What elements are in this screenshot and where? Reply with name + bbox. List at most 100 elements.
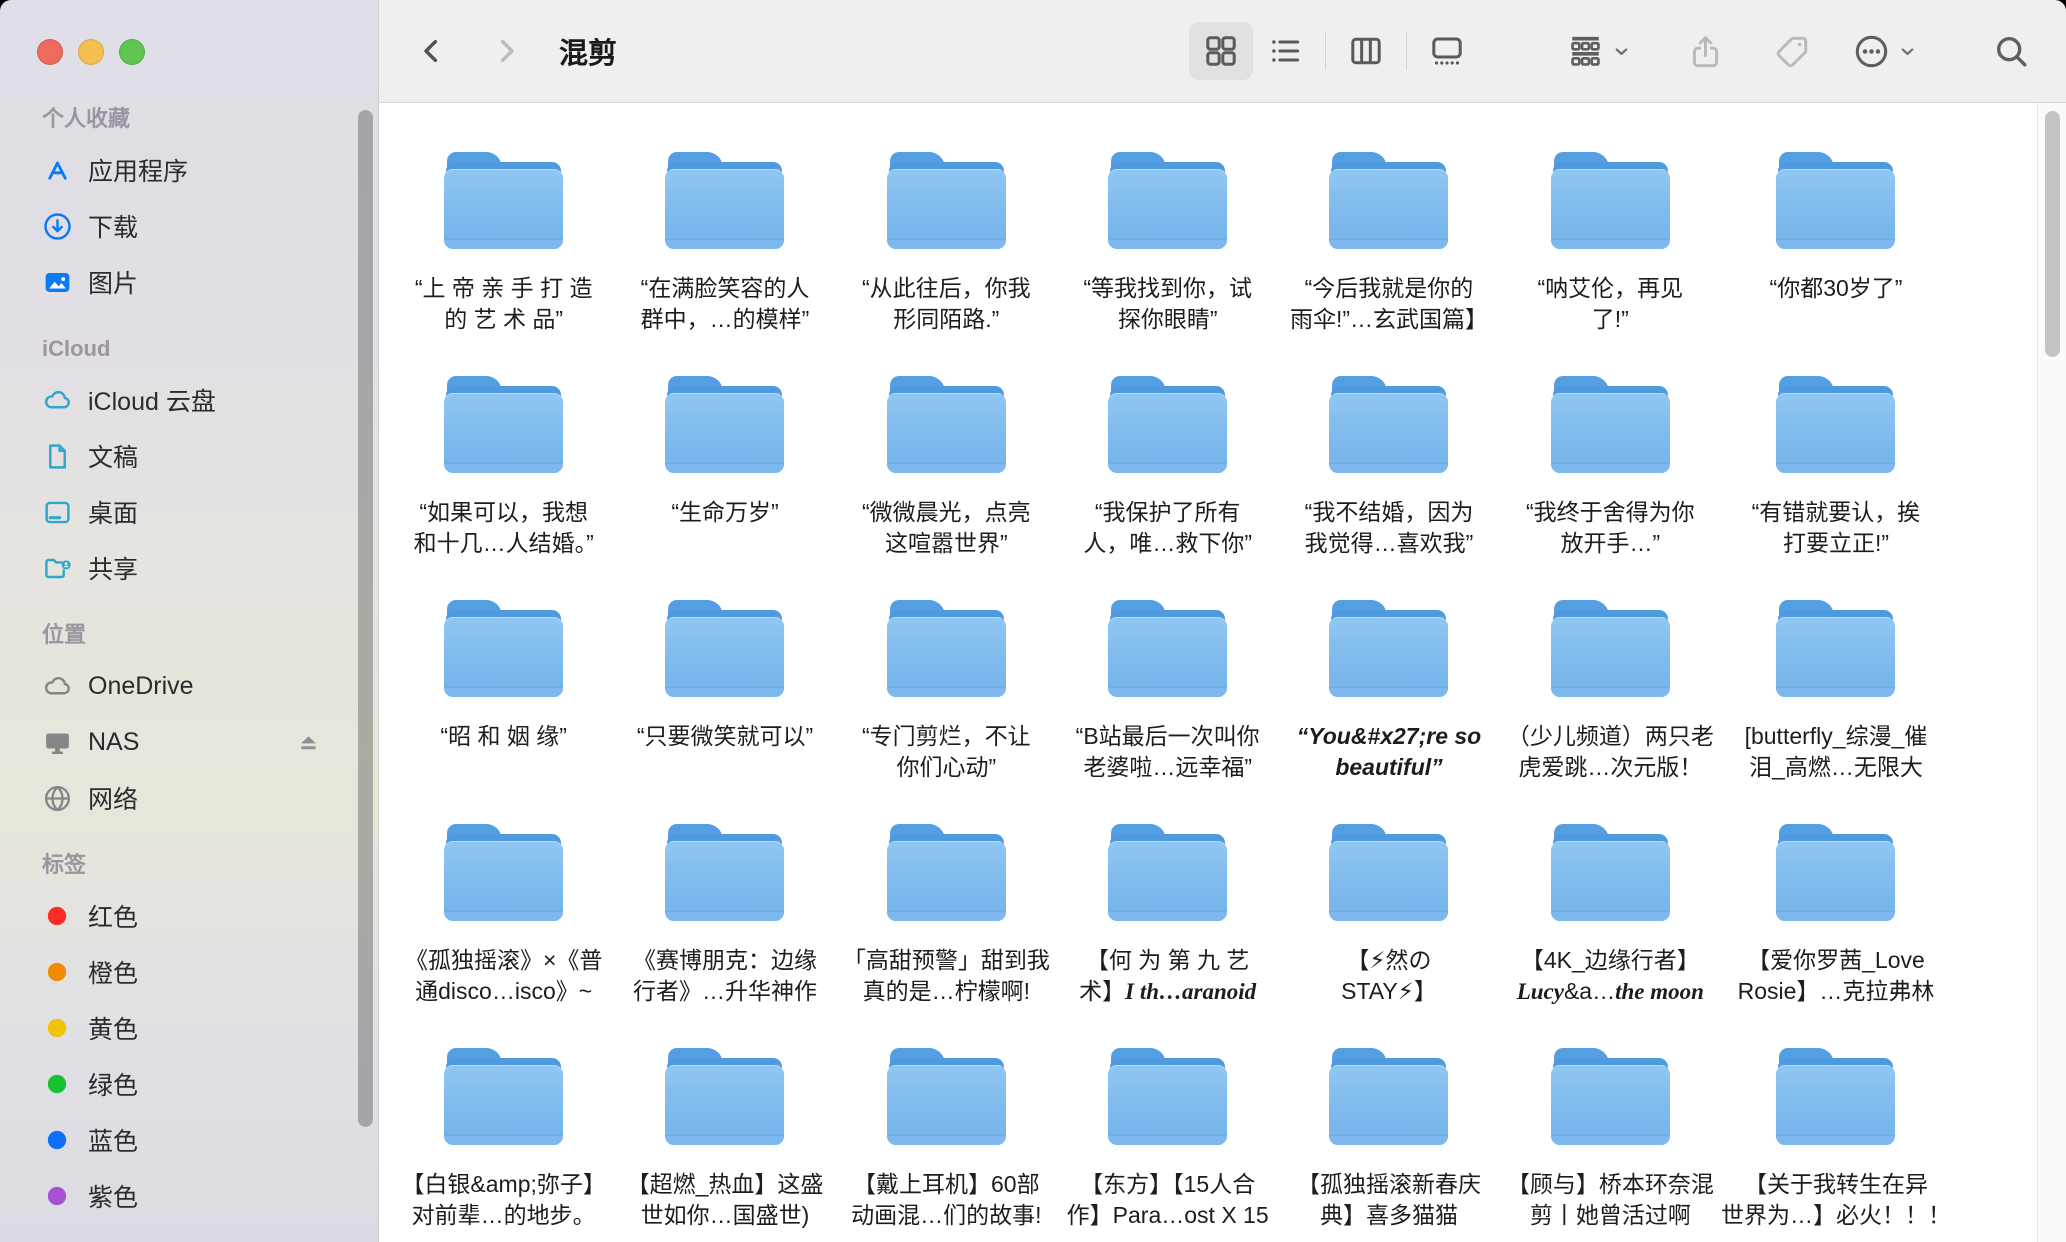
sidebar-item-label: 网络 bbox=[88, 780, 138, 816]
folder-item[interactable]: 【关于我转生在异世界为…】必火！！！ bbox=[1721, 1048, 1951, 1242]
scrollbar-thumb[interactable] bbox=[2045, 111, 2060, 357]
column-view-icon bbox=[1348, 33, 1384, 69]
folder-name: “等我找到你，试探你眼睛” bbox=[1083, 273, 1252, 335]
folder-item[interactable]: “我保护了所有人，唯…救下你” bbox=[1057, 376, 1278, 600]
folder-item[interactable]: 【超燃_热血】这盛世如你…国盛世) bbox=[614, 1048, 835, 1242]
folder-item[interactable]: “微微晨光，点亮这喧嚣世界” bbox=[836, 376, 1057, 600]
folder-item[interactable]: “专门剪烂，不让你们心动” bbox=[836, 600, 1057, 824]
minimize-button[interactable] bbox=[78, 39, 104, 65]
sidebar-scrollbar[interactable] bbox=[358, 110, 373, 1127]
shared-folder-icon bbox=[40, 551, 74, 585]
sidebar-item-tag-yellow[interactable]: 黄色 bbox=[40, 1000, 322, 1056]
folder-item[interactable]: 【东方】【15人合作】Para…ost X 15 bbox=[1057, 1048, 1278, 1242]
folder-item[interactable]: “如果可以，我想和十几…人结婚。” bbox=[393, 376, 614, 600]
folder-item[interactable]: “今后我就是你的雨伞!”…玄武国篇】 bbox=[1278, 152, 1499, 376]
folder-item[interactable]: “B站最后一次叫你老婆啦…远幸福” bbox=[1057, 600, 1278, 824]
folder-item[interactable]: 【顾与】桥本环奈混剪丨她曾活过啊 bbox=[1500, 1048, 1721, 1242]
appstore-icon bbox=[40, 153, 74, 187]
folder-item[interactable]: 【孤独摇滚新春庆典】喜多猫猫 bbox=[1278, 1048, 1499, 1242]
eject-icon[interactable] bbox=[295, 729, 322, 756]
folder-item[interactable]: （少儿频道）两只老虎爱跳…次元版！ bbox=[1500, 600, 1721, 824]
tags-button[interactable] bbox=[1774, 33, 1811, 70]
folder-item[interactable]: “有错就要认，挨打要立正!” bbox=[1721, 376, 1951, 600]
folder-item[interactable]: 【何 为 第 九 艺术】I th…aranoid bbox=[1057, 824, 1278, 1048]
search-icon bbox=[1993, 33, 2030, 70]
folder-item[interactable]: “上 帝 亲 手 打 造的 艺 术 品” bbox=[393, 152, 614, 376]
folder-item[interactable]: “生命万岁” bbox=[614, 376, 835, 600]
sidebar-item-network[interactable]: 网络 bbox=[40, 770, 322, 826]
folder-item[interactable]: “等我找到你，试探你眼睛” bbox=[1057, 152, 1278, 376]
close-button[interactable] bbox=[37, 39, 63, 65]
chevron-left-icon bbox=[416, 35, 448, 67]
folder-icon bbox=[1776, 376, 1895, 473]
folder-item[interactable]: 【4K_边缘行者】Lucy&a…the moon bbox=[1500, 824, 1721, 1048]
sidebar-item-shared[interactable]: 共享 bbox=[40, 540, 322, 596]
folder-item[interactable]: 【爱你罗茜_LoveRosie】…克拉弗林 bbox=[1721, 824, 1951, 1048]
sidebar-item-label: 黄色 bbox=[88, 1010, 138, 1046]
folder-item[interactable]: [butterfly_综漫_催泪_高燃…无限大 bbox=[1721, 600, 1951, 824]
folder-item[interactable]: “昭 和 姻 缘” bbox=[393, 600, 614, 824]
content-scrollbar[interactable] bbox=[2037, 103, 2066, 1242]
folder-icon bbox=[1551, 376, 1670, 473]
folder-name: “微微晨光，点亮这喧嚣世界” bbox=[862, 497, 1031, 559]
sidebar-item-tag-purple[interactable]: 紫色 bbox=[40, 1168, 322, 1224]
folder-name: 【爱你罗茜_LoveRosie】…克拉弗林 bbox=[1738, 945, 1935, 1007]
tag-dot bbox=[40, 955, 74, 989]
sidebar-item-tag-red[interactable]: 红色 bbox=[40, 888, 322, 944]
desktop-icon bbox=[40, 495, 74, 529]
sidebar-item-tag-green[interactable]: 绿色 bbox=[40, 1056, 322, 1112]
sidebar-item-label: OneDrive bbox=[88, 672, 194, 701]
folder-icon bbox=[444, 1048, 563, 1145]
back-button[interactable] bbox=[415, 31, 449, 71]
sidebar-item-documents[interactable]: 文稿 bbox=[40, 428, 322, 484]
folder-name: “B站最后一次叫你老婆啦…远幸福” bbox=[1076, 721, 1260, 783]
list-view-button[interactable] bbox=[1253, 22, 1317, 80]
folder-item[interactable]: “从此往后，你我形同陌路.” bbox=[836, 152, 1057, 376]
sidebar-item-onedrive[interactable]: OneDrive bbox=[40, 658, 322, 714]
zoom-button[interactable] bbox=[119, 39, 145, 65]
folder-item[interactable]: “我不结婚，因为我觉得…喜欢我” bbox=[1278, 376, 1499, 600]
sidebar-item-desktop[interactable]: 桌面 bbox=[40, 484, 322, 540]
more-button[interactable] bbox=[1853, 33, 1917, 70]
folder-name: “昭 和 姻 缘” bbox=[440, 721, 567, 752]
folder-item[interactable]: “我终于舍得为你放开手…” bbox=[1500, 376, 1721, 600]
folder-grid: “上 帝 亲 手 打 造的 艺 术 品” “在满脸笑容的人群中，…的模样” “从… bbox=[379, 103, 2066, 1242]
column-view-button[interactable] bbox=[1334, 22, 1398, 80]
sidebar-item-pictures[interactable]: 图片 bbox=[40, 254, 322, 310]
folder-icon bbox=[1329, 600, 1448, 697]
group-by-button[interactable] bbox=[1567, 33, 1631, 70]
forward-button[interactable] bbox=[489, 31, 523, 71]
folder-item[interactable]: “You&#x27;re sobeautiful” bbox=[1278, 600, 1499, 824]
folder-item[interactable]: 《赛博朋克：边缘行者》…升华神作 bbox=[614, 824, 835, 1048]
folder-name: “今后我就是你的雨伞!”…玄武国篇】 bbox=[1290, 273, 1488, 335]
sidebar-item-downloads[interactable]: 下载 bbox=[40, 198, 322, 254]
photos-icon bbox=[40, 265, 74, 299]
sidebar-item-tag-orange[interactable]: 橙色 bbox=[40, 944, 322, 1000]
gallery-view-button[interactable] bbox=[1415, 22, 1479, 80]
sidebar-item-icloud-drive[interactable]: iCloud 云盘 bbox=[40, 372, 322, 428]
folder-item[interactable]: 《孤独摇滚》×《普通disco…isco》~ bbox=[393, 824, 614, 1048]
folder-item[interactable]: “只要微笑就可以” bbox=[614, 600, 835, 824]
page-title: 混剪 bbox=[559, 30, 617, 72]
folder-icon bbox=[444, 376, 563, 473]
folder-item[interactable]: “呐艾伦，再见了!” bbox=[1500, 152, 1721, 376]
folder-item[interactable]: “你都30岁了” bbox=[1721, 152, 1951, 376]
folder-icon bbox=[887, 152, 1006, 249]
search-button[interactable] bbox=[1993, 33, 2030, 70]
sidebar-item-label: 桌面 bbox=[88, 494, 138, 530]
chevron-right-icon bbox=[490, 35, 522, 67]
folder-item[interactable]: 【⚡然のSTAY⚡】 bbox=[1278, 824, 1499, 1048]
folder-item[interactable]: “在满脸笑容的人群中，…的模样” bbox=[614, 152, 835, 376]
icon-view-button[interactable] bbox=[1189, 22, 1253, 80]
folder-item[interactable]: 【戴上耳机】60部动画混…们的故事! bbox=[836, 1048, 1057, 1242]
folder-icon bbox=[1776, 1048, 1895, 1145]
folder-item[interactable]: 「高甜预警」甜到我真的是…柠檬啊! bbox=[836, 824, 1057, 1048]
share-button[interactable] bbox=[1687, 33, 1724, 70]
sidebar-item-applications[interactable]: 应用程序 bbox=[40, 142, 322, 198]
sidebar-item-tag-blue[interactable]: 蓝色 bbox=[40, 1112, 322, 1168]
folder-icon bbox=[1108, 824, 1227, 921]
sidebar-item-nas[interactable]: NAS bbox=[40, 714, 322, 770]
folder-item[interactable]: 【白银&amp;弥子】对前辈…的地步。 bbox=[393, 1048, 614, 1242]
folder-icon bbox=[887, 600, 1006, 697]
folder-name: [butterfly_综漫_催泪_高燃…无限大 bbox=[1745, 721, 1928, 783]
